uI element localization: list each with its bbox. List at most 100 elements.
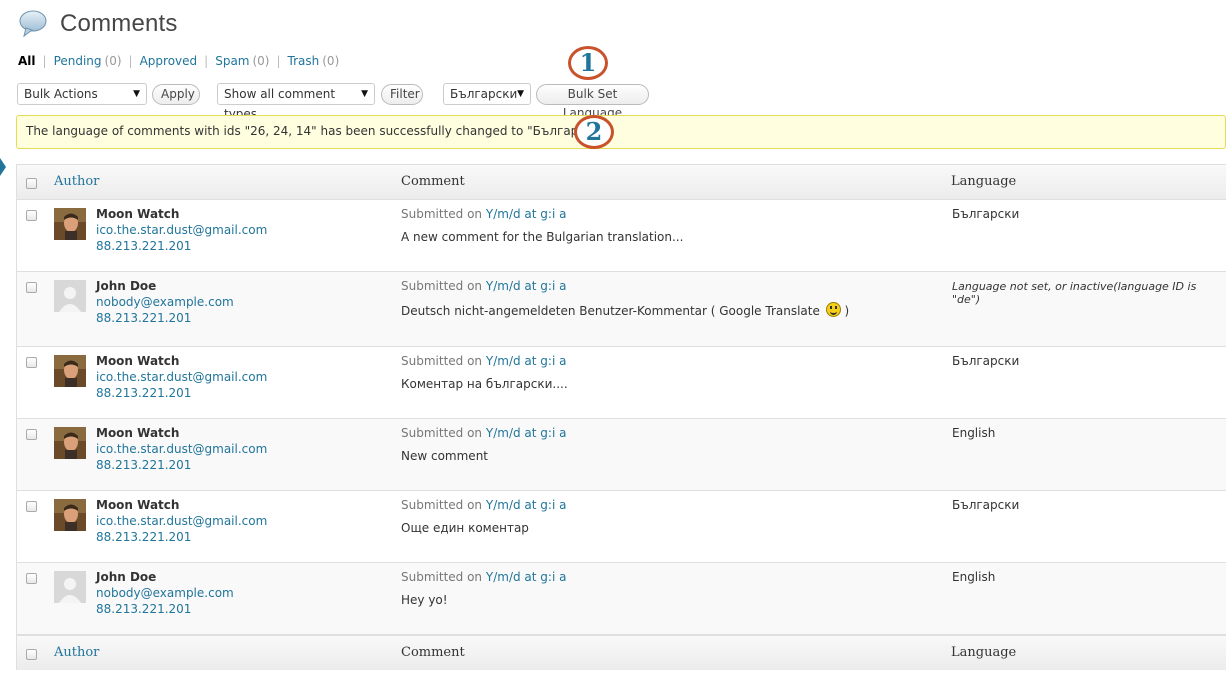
author-name: Moon Watch — [96, 426, 180, 440]
table-row: John Doe nobody@example.com 88.213.221.2… — [17, 563, 1226, 635]
select-all-checkbox[interactable] — [26, 178, 37, 189]
author-email-link[interactable]: ico.the.star.dust@gmail.com — [96, 223, 267, 237]
row-checkbox[interactable] — [26, 573, 37, 584]
filter-pending[interactable]: Pending (0) — [54, 54, 122, 68]
comment-text: Коментар на български.... — [401, 377, 568, 391]
author-ip-link[interactable]: 88.213.221.201 — [96, 458, 191, 472]
select-all-checkbox[interactable] — [26, 649, 37, 660]
table-row: Moon Watch ico.the.star.dust@gmail.com 8… — [17, 419, 1226, 491]
language-cell: Български — [952, 207, 1020, 221]
page-title: Comments — [60, 10, 178, 37]
avatar-photo — [54, 427, 86, 459]
filter-separator: | — [128, 54, 133, 68]
table-header: Author Comment Language — [17, 165, 1226, 200]
comment-body: Deutsch nicht-angemeldeten Benutzer-Komm… — [401, 304, 820, 318]
date-link[interactable]: Y/m/d at g:i a — [486, 207, 567, 221]
callout-marker-2: 2 — [574, 115, 614, 149]
comments-table: Author Comment Language Moon Watch ico.t… — [16, 164, 1226, 670]
comment-text: New comment — [401, 449, 488, 463]
chevron-down-icon: ▼ — [133, 89, 140, 99]
author-ip-link[interactable]: 88.213.221.201 — [96, 602, 191, 616]
row-checkbox[interactable] — [26, 429, 37, 440]
chevron-down-icon: ▼ — [517, 89, 524, 99]
status-filters: All | Pending (0) | Approved | Spam (0) | … — [18, 54, 339, 68]
submitted-label: Submitted on — [401, 426, 483, 440]
column-comment: Comment — [401, 174, 465, 189]
avatar-default — [54, 280, 86, 312]
column-author[interactable]: Author — [54, 645, 99, 660]
author-name: Moon Watch — [96, 354, 180, 368]
sidebar-pointer-icon — [0, 158, 6, 176]
comment-body: A new comment for the Bulgarian translat… — [401, 230, 684, 244]
column-language: Language — [951, 174, 1017, 189]
filter-separator: | — [42, 54, 47, 68]
filter-trash[interactable]: Trash (0) — [288, 54, 340, 68]
author-email-link[interactable]: nobody@example.com — [96, 295, 234, 309]
author-ip-link[interactable]: 88.213.221.201 — [96, 386, 191, 400]
table-row: Moon Watch ico.the.star.dust@gmail.com 8… — [17, 347, 1226, 419]
author-email-link[interactable]: ico.the.star.dust@gmail.com — [96, 514, 267, 528]
author-ip-link[interactable]: 88.213.221.201 — [96, 239, 191, 253]
comment-suffix: ) — [844, 304, 850, 318]
author-ip-link[interactable]: 88.213.221.201 — [96, 311, 191, 325]
page-header: Comments — [18, 8, 178, 40]
submitted-on: Submitted on Y/m/d at g:i a — [401, 354, 566, 368]
date-link[interactable]: Y/m/d at g:i a — [486, 426, 567, 440]
author-name: Moon Watch — [96, 207, 180, 221]
chevron-down-icon: ▼ — [361, 89, 368, 99]
author-email-link[interactable]: nobody@example.com — [96, 586, 234, 600]
author-name: Moon Watch — [96, 498, 180, 512]
submitted-on: Submitted on Y/m/d at g:i a — [401, 207, 566, 221]
filter-separator: | — [204, 54, 209, 68]
filter-all[interactable]: All — [18, 54, 36, 68]
comment-types-select[interactable]: Show all comment types ▼ — [217, 83, 375, 121]
submitted-on: Submitted on Y/m/d at g:i a — [401, 498, 566, 512]
bulk-set-language-button[interactable]: Bulk Set Language — [536, 84, 649, 120]
column-language: Language — [951, 645, 1017, 660]
author-email-link[interactable]: ico.the.star.dust@gmail.com — [96, 370, 267, 384]
submitted-label: Submitted on — [401, 498, 483, 512]
row-checkbox[interactable] — [26, 210, 37, 221]
row-checkbox[interactable] — [26, 282, 37, 293]
comment-text: A new comment for the Bulgarian translat… — [401, 230, 683, 244]
filter-button[interactable]: Filter — [381, 84, 423, 105]
column-author[interactable]: Author — [54, 174, 99, 189]
submitted-label: Submitted on — [401, 354, 483, 368]
comment-body: Hey yo! — [401, 593, 448, 607]
avatar-photo — [54, 208, 86, 240]
date-link[interactable]: Y/m/d at g:i a — [486, 498, 567, 512]
submitted-label: Submitted on — [401, 279, 483, 293]
comment-body: Коментар на български.... — [401, 377, 568, 391]
avatar-photo — [54, 499, 86, 531]
table-row: Moon Watch ico.the.star.dust@gmail.com 8… — [17, 491, 1226, 563]
comments-bubble-icon — [19, 10, 47, 38]
table-row: Moon Watch ico.the.star.dust@gmail.com 8… — [17, 200, 1226, 272]
bulk-actions-select[interactable]: Bulk Actions ▼ — [17, 83, 147, 105]
date-link[interactable]: Y/m/d at g:i a — [486, 279, 567, 293]
filter-approved[interactable]: Approved — [140, 54, 198, 68]
comment-text: Hey yo! — [401, 593, 448, 607]
row-checkbox[interactable] — [26, 357, 37, 368]
date-link[interactable]: Y/m/d at g:i a — [486, 354, 567, 368]
language-value: Български — [450, 87, 518, 101]
submitted-label: Submitted on — [401, 570, 483, 584]
date-link[interactable]: Y/m/d at g:i a — [486, 570, 567, 584]
language-cell: English — [952, 426, 996, 440]
filter-spam[interactable]: Spam (0) — [215, 54, 269, 68]
language-cell: Language not set, or inactive(language I… — [952, 280, 1197, 306]
submitted-on: Submitted on Y/m/d at g:i a — [401, 570, 566, 584]
language-cell: Български — [952, 354, 1020, 368]
filter-separator: | — [276, 54, 281, 68]
table-row: John Doe nobody@example.com 88.213.221.2… — [17, 272, 1226, 347]
apply-button[interactable]: Apply — [152, 84, 200, 105]
column-comment: Comment — [401, 645, 465, 660]
language-select[interactable]: Български ▼ — [443, 83, 531, 105]
language-cell: Български — [952, 498, 1020, 512]
author-ip-link[interactable]: 88.213.221.201 — [96, 530, 191, 544]
table-footer: Author Comment Language — [17, 635, 1226, 670]
submitted-on: Submitted on Y/m/d at g:i a — [401, 279, 566, 293]
avatar-photo — [54, 355, 86, 387]
row-checkbox[interactable] — [26, 501, 37, 512]
author-email-link[interactable]: ico.the.star.dust@gmail.com — [96, 442, 267, 456]
submitted-on: Submitted on Y/m/d at g:i a — [401, 426, 566, 440]
